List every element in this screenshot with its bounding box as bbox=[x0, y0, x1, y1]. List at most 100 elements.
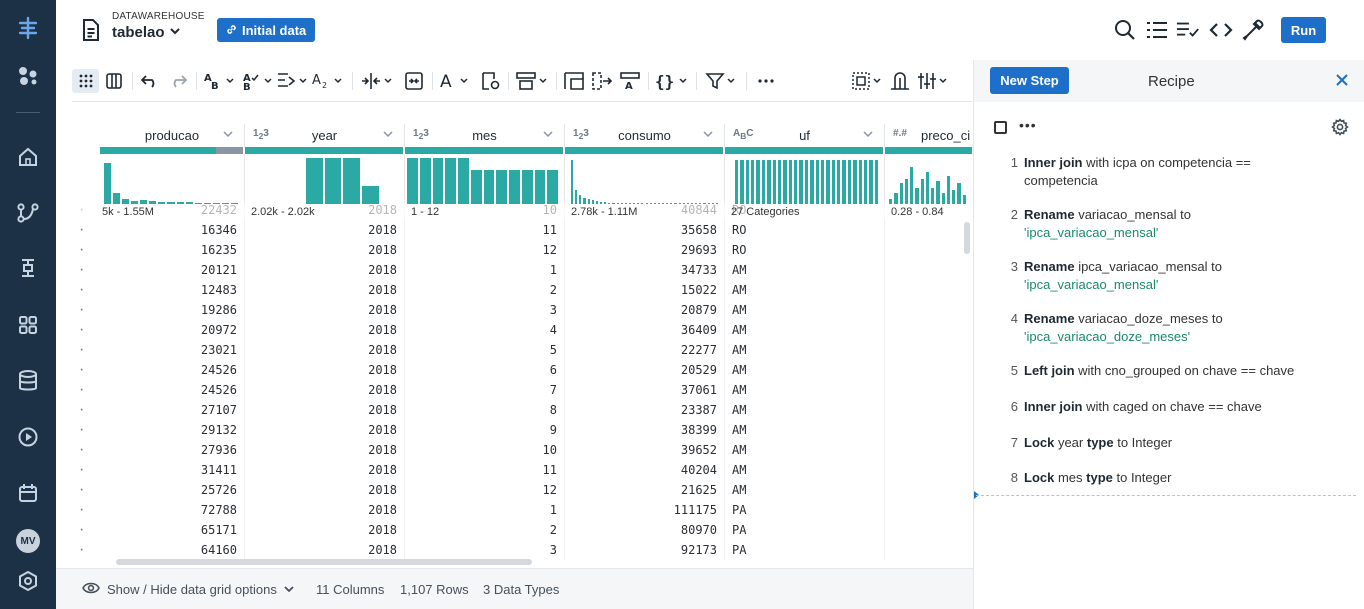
new-step-button[interactable]: New Step bbox=[990, 67, 1069, 94]
grid-view-icon[interactable] bbox=[72, 69, 99, 93]
table-cell[interactable]: 2018 bbox=[245, 200, 405, 220]
run-button[interactable]: Run bbox=[1281, 17, 1326, 43]
recipe-step[interactable]: 2 Rename variacao_mensal to 'ipca_variaca… bbox=[1011, 206, 1314, 242]
table-row[interactable]: · 65171 2018 2 80970 PA bbox=[72, 520, 972, 540]
table-cell[interactable]: 16346 bbox=[100, 220, 245, 240]
database-icon[interactable] bbox=[16, 369, 40, 393]
column-header-uf[interactable]: ABC uf bbox=[725, 124, 885, 148]
table-cell[interactable]: PA bbox=[725, 520, 885, 540]
histogram-bar[interactable] bbox=[910, 167, 914, 204]
horizontal-scrollbar[interactable] bbox=[116, 559, 532, 565]
table-cell[interactable]: PA bbox=[725, 540, 885, 560]
table-row[interactable]: · 24526 2018 6 20529 AM bbox=[72, 360, 972, 380]
table-row[interactable]: · 25726 2018 12 21625 AM bbox=[72, 480, 972, 500]
table-cell[interactable]: 27936 bbox=[100, 440, 245, 460]
table-cell[interactable]: 80970 bbox=[565, 520, 725, 540]
undo-icon[interactable] bbox=[138, 69, 162, 93]
histogram-bar[interactable] bbox=[483, 169, 495, 204]
table-cell[interactable]: 2 bbox=[405, 520, 565, 540]
histogram-bar[interactable] bbox=[804, 160, 809, 204]
histogram-preco-ci[interactable] bbox=[889, 154, 972, 204]
histogram-bar[interactable] bbox=[820, 160, 825, 204]
table-cell[interactable]: 24526 bbox=[100, 360, 245, 380]
histogram-bar[interactable] bbox=[432, 158, 444, 204]
schedule-icon[interactable] bbox=[16, 481, 40, 505]
histogram-bar[interactable] bbox=[547, 169, 558, 204]
histogram-bar[interactable] bbox=[740, 160, 744, 204]
table-cell[interactable] bbox=[885, 200, 972, 220]
table-row[interactable]: · 12483 2018 2 15022 AM bbox=[72, 280, 972, 300]
table-cell[interactable] bbox=[885, 260, 972, 280]
histogram-bar[interactable] bbox=[470, 169, 482, 204]
table-cell[interactable]: AM bbox=[725, 400, 885, 420]
histogram-bar[interactable] bbox=[772, 160, 776, 204]
table-row[interactable]: · 64160 2018 3 92173 PA bbox=[72, 540, 972, 560]
column-profile-icon[interactable] bbox=[888, 69, 912, 93]
table-cell[interactable]: RO bbox=[725, 200, 885, 220]
histogram-bar[interactable] bbox=[343, 158, 361, 204]
column-actions-icon[interactable] bbox=[514, 69, 550, 93]
table-cell[interactable]: 2018 bbox=[245, 420, 405, 440]
split-column-icon[interactable] bbox=[360, 69, 394, 93]
list-icon[interactable] bbox=[1145, 18, 1169, 42]
column-header-mes[interactable]: 123 mes bbox=[405, 124, 565, 148]
table-row[interactable]: · 23021 2018 5 22277 AM bbox=[72, 340, 972, 360]
table-cell[interactable]: 9 bbox=[405, 420, 565, 440]
table-cell[interactable]: 11 bbox=[405, 220, 565, 240]
extract-icon[interactable] bbox=[276, 69, 308, 93]
table-row[interactable]: · 20121 2018 1 34733 AM bbox=[72, 260, 972, 280]
table-cell[interactable] bbox=[885, 500, 972, 520]
vertical-scrollbar[interactable] bbox=[964, 222, 970, 254]
table-cell[interactable]: 39652 bbox=[565, 440, 725, 460]
table-cell[interactable]: 72788 bbox=[100, 500, 245, 520]
columns-view-icon[interactable] bbox=[102, 69, 126, 93]
column-header-producao[interactable]: producao bbox=[100, 124, 245, 148]
table-cell[interactable]: 22432 bbox=[100, 200, 245, 220]
histogram-bar[interactable] bbox=[571, 160, 574, 204]
merge-icon[interactable] bbox=[402, 69, 426, 93]
jobs-icon[interactable] bbox=[16, 256, 40, 280]
table-cell[interactable]: 65171 bbox=[100, 520, 245, 540]
table-cell[interactable]: 23021 bbox=[100, 340, 245, 360]
table-cell[interactable]: 92173 bbox=[565, 540, 725, 560]
histogram-bar[interactable] bbox=[496, 169, 507, 204]
table-cell[interactable]: 2018 bbox=[245, 220, 405, 240]
play-icon[interactable] bbox=[16, 425, 40, 449]
table-cell[interactable]: 1 bbox=[405, 500, 565, 520]
table-cell[interactable]: 16235 bbox=[100, 240, 245, 260]
table-cell[interactable]: PA bbox=[725, 500, 885, 520]
table-cell[interactable]: AM bbox=[725, 480, 885, 500]
histogram-bar[interactable] bbox=[745, 160, 750, 204]
table-cell[interactable] bbox=[885, 300, 972, 320]
chevron-down-icon[interactable] bbox=[862, 128, 874, 143]
table-cell[interactable]: RO bbox=[725, 220, 885, 240]
initial-data-badge[interactable]: Initial data bbox=[217, 18, 316, 42]
table-cell[interactable]: 15022 bbox=[565, 280, 725, 300]
table-cell[interactable]: 2018 bbox=[245, 340, 405, 360]
histogram-bar[interactable] bbox=[863, 160, 868, 204]
table-cell[interactable]: 20529 bbox=[565, 360, 725, 380]
histogram-uf[interactable] bbox=[735, 154, 885, 204]
redo-icon[interactable] bbox=[166, 69, 190, 93]
chevron-down-icon[interactable] bbox=[542, 128, 554, 143]
table-cell[interactable] bbox=[885, 240, 972, 260]
eye-icon[interactable] bbox=[82, 582, 100, 598]
histogram-bar[interactable] bbox=[794, 160, 798, 204]
histogram-bar[interactable] bbox=[777, 160, 782, 204]
logo-icon[interactable] bbox=[16, 16, 40, 40]
pivot-icon[interactable] bbox=[562, 69, 586, 93]
adjust-icon[interactable] bbox=[916, 69, 950, 93]
rename-icon[interactable]: A bbox=[618, 69, 642, 93]
user-avatar[interactable]: MV bbox=[16, 529, 40, 553]
flows-icon[interactable] bbox=[16, 64, 40, 88]
table-cell[interactable]: 2018 bbox=[245, 260, 405, 280]
table-cell[interactable]: 1 bbox=[405, 260, 565, 280]
more-options-icon[interactable] bbox=[754, 69, 778, 93]
table-row[interactable]: · 27107 2018 8 23387 AM bbox=[72, 400, 972, 420]
formula-icon[interactable]: {} bbox=[654, 69, 690, 93]
unpivot-icon[interactable] bbox=[590, 69, 614, 93]
format-column-icon[interactable] bbox=[478, 69, 502, 93]
histogram-bar[interactable] bbox=[751, 160, 755, 204]
dataset-selector[interactable]: tabelao bbox=[112, 24, 181, 41]
table-cell[interactable]: 2018 bbox=[245, 440, 405, 460]
